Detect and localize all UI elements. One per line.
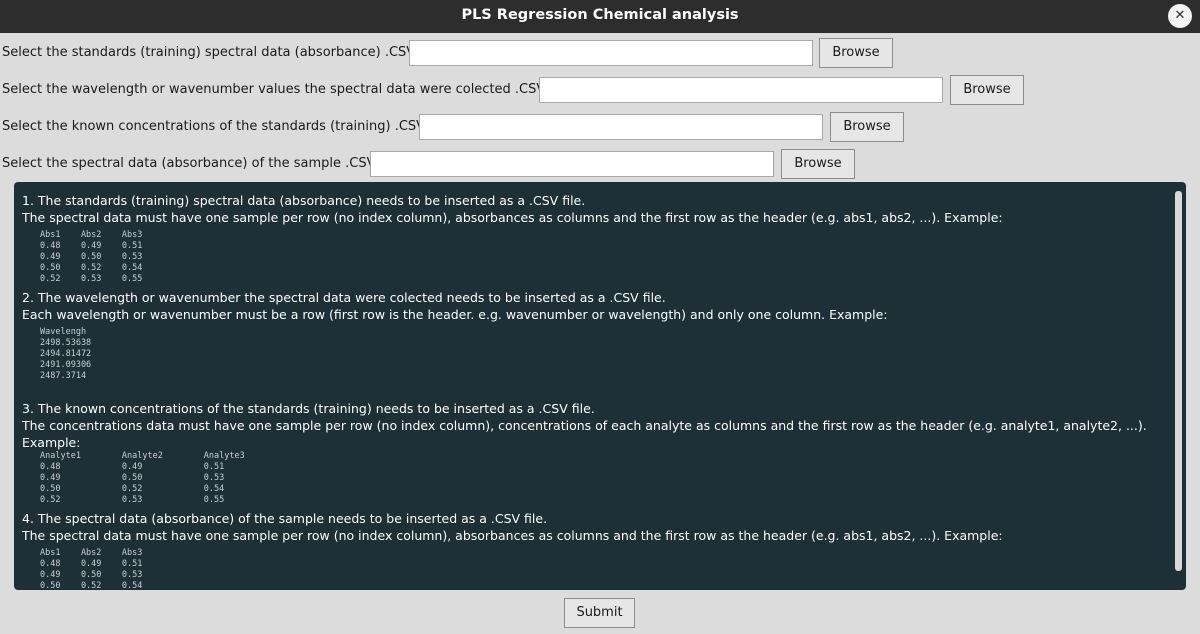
wavelength-input[interactable] xyxy=(539,77,943,103)
section-1-description: The spectral data must have one sample p… xyxy=(22,210,1003,225)
standards-spectral-input[interactable] xyxy=(409,40,813,66)
section-2-example: Wavelengh 2498.53638 2494.81472 2491.093… xyxy=(40,327,92,381)
browse-concentrations-button[interactable]: Browse xyxy=(830,112,904,142)
concentrations-input[interactable] xyxy=(419,114,823,140)
section-2-title: 2. The wavelength or wavenumber the spec… xyxy=(22,290,666,305)
section-4-title: 4. The spectral data (absorbance) of the… xyxy=(22,511,548,526)
section-3-title: 3. The known concentrations of the stand… xyxy=(22,401,595,416)
window-title: PLS Regression Chemical analysis xyxy=(461,7,739,23)
section-1-example: Abs1 Abs2 Abs3 0.48 0.49 0.51 0.49 0.50 … xyxy=(40,230,143,284)
submit-button[interactable]: Submit xyxy=(564,598,635,628)
standards-spectral-label: Select the standards (training) spectral… xyxy=(2,45,419,60)
wavelength-label: Select the wavelength or wavenumber valu… xyxy=(2,82,549,97)
sample-spectral-label: Select the spectral data (absorbance) of… xyxy=(2,156,379,171)
section-4-example: Abs1 Abs2 Abs3 0.48 0.49 0.51 0.49 0.50 … xyxy=(40,548,143,590)
instructions-panel[interactable]: 1. The standards (training) spectral dat… xyxy=(14,182,1186,590)
browse-sample-spectral-button[interactable]: Browse xyxy=(781,149,855,179)
section-3-example: Analyte1 Analyte2 Analyte3 0.48 0.49 0.5… xyxy=(40,451,245,505)
instructions-text: 1. The standards (training) spectral dat… xyxy=(22,192,1168,590)
browse-standards-spectral-button[interactable]: Browse xyxy=(819,38,893,68)
instructions-scrollbar[interactable] xyxy=(1175,191,1182,571)
concentrations-label: Select the known concentrations of the s… xyxy=(2,119,429,134)
section-1-title: 1. The standards (training) spectral dat… xyxy=(22,193,586,208)
section-3-example-label: Example: xyxy=(22,435,81,450)
section-4-description: The spectral data must have one sample p… xyxy=(22,528,1003,543)
section-2-description: Each wavelength or wavenumber must be a … xyxy=(22,307,888,322)
close-icon[interactable]: ✕ xyxy=(1168,4,1192,28)
browse-wavelength-button[interactable]: Browse xyxy=(950,75,1024,105)
title-bar: PLS Regression Chemical analysis ✕ xyxy=(0,0,1200,33)
section-3-description: The concentrations data must have one sa… xyxy=(22,418,1147,433)
sample-spectral-input[interactable] xyxy=(370,151,774,177)
